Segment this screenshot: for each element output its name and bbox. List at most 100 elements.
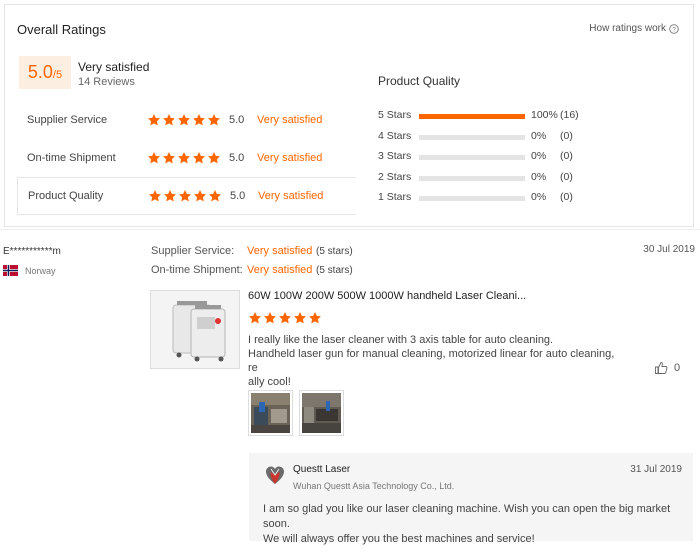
category-row-on-time-shipment[interactable]: On-time Shipment 5.0 Very satisfied [17, 139, 356, 177]
category-label: Product Quality [28, 190, 104, 202]
star-icon [163, 114, 175, 126]
star-icon [163, 152, 175, 164]
distribution-row-2: 2 Stars 0% (0) [378, 171, 678, 192]
star-icon [164, 190, 176, 202]
overall-score-max: /5 [52, 69, 63, 81]
star-icon [178, 152, 190, 164]
distribution-bar [419, 134, 525, 140]
star-icon [209, 190, 221, 202]
star-icon [194, 190, 206, 202]
norway-flag-icon [3, 265, 18, 276]
distribution-bar [419, 196, 525, 201]
distribution-count: (0) [560, 170, 573, 183]
distribution-percent: 0% [531, 191, 547, 203]
supplier-company-full-name: Wuhan Questt Asia Technology Co., Ltd. [293, 481, 455, 491]
category-score: 5.0 [229, 114, 245, 126]
review-text-line: ally cool! [248, 376, 291, 388]
category-verdict: Very satisfied [258, 190, 324, 202]
reviewer-country: Norway [25, 266, 56, 276]
reply-date: 31 Jul 2019 [630, 464, 682, 475]
category-verdict: Very satisfied [257, 152, 323, 164]
distribution-label: 5 Stars [378, 109, 412, 121]
review-supplier-label: Supplier Service: [151, 245, 235, 257]
star-icon [178, 114, 190, 126]
distribution-label: 4 Stars [378, 129, 412, 142]
workshop-photo-image [251, 393, 290, 433]
review-text: I really like the laser cleaner with 3 a… [248, 333, 618, 389]
review-supplier-stars: (5 stars) [316, 246, 353, 257]
category-row-product-quality[interactable]: Product Quality 5.0 Very satisfied [17, 177, 356, 215]
section-divider [0, 229, 700, 230]
distribution-row-3: 3 Stars 0% (0) [378, 150, 678, 171]
star-rating [147, 113, 221, 127]
star-icon [208, 114, 220, 126]
review-shipment-value: Very satisfied [247, 264, 313, 276]
review-photo-1[interactable] [248, 390, 293, 436]
thumbs-up-icon [655, 362, 668, 374]
distribution-bar-fill [419, 114, 525, 119]
review-supplier-service: Supplier Service: Very satisfied (5 star… [151, 245, 353, 257]
category-score: 5.0 [229, 152, 245, 164]
review-photo-2[interactable] [299, 390, 344, 436]
questt-laser-logo-icon [266, 466, 284, 484]
distribution-percent: 0% [531, 129, 547, 142]
review-date: 30 Jul 2019 [643, 244, 695, 255]
help-icon: ? [669, 23, 679, 34]
star-icon [148, 152, 160, 164]
overall-verdict: Very satisfied [78, 60, 150, 74]
like-button[interactable]: 0 [654, 361, 680, 375]
product-image[interactable] [150, 290, 240, 369]
distribution-bar [419, 114, 525, 119]
star-icon [193, 114, 205, 126]
category-verdict: Very satisfied [257, 114, 323, 126]
supplier-company-name: Questt Laser [293, 464, 351, 475]
star-icon [264, 312, 276, 324]
reply-text-line: I am so glad you like our laser cleaning… [263, 503, 671, 530]
category-label: On-time Shipment [27, 152, 116, 164]
distribution-percent: 100% [531, 109, 558, 121]
review-shipment-stars: (5 stars) [316, 265, 353, 276]
rating-distribution: 5 Stars 100% (16) 4 Stars 0% (0) 3 Stars… [378, 109, 678, 212]
star-rating [148, 189, 222, 203]
overall-ratings-card: Overall Ratings How ratings work ? 5.0 /… [4, 4, 694, 227]
review-supplier-value: Very satisfied [247, 245, 313, 257]
how-ratings-work-link[interactable]: How ratings work ? [589, 23, 679, 34]
category-ratings: Supplier Service 5.0 Very satisfied On-t… [17, 101, 356, 215]
distribution-label: 1 Stars [378, 191, 412, 203]
distribution-row-5: 5 Stars 100% (16) [378, 109, 678, 130]
reply-text-line: We will always offer you the best machin… [263, 533, 535, 545]
how-ratings-work-label: How ratings work [589, 23, 666, 34]
review-text-line: Handheld laser gun for manual cleaning, … [248, 348, 615, 374]
overall-score: 5.0 [27, 62, 53, 82]
distribution-row-4: 4 Stars 0% (0) [378, 130, 678, 151]
distribution-label: 2 Stars [378, 170, 412, 183]
star-icon [279, 312, 291, 324]
category-row-supplier-service[interactable]: Supplier Service 5.0 Very satisfied [17, 101, 356, 139]
reply-text: I am so glad you like our laser cleaning… [263, 502, 683, 547]
svg-text:?: ? [672, 26, 676, 33]
star-icon [149, 190, 161, 202]
star-rating [147, 151, 221, 165]
distribution-count: (0) [560, 150, 573, 162]
like-count: 0 [674, 362, 681, 374]
product-quality-title: Product Quality [378, 74, 461, 88]
product-title-link[interactable]: 60W 100W 200W 500W 1000W handheld Laser … [248, 290, 526, 302]
product-star-rating [248, 311, 322, 325]
distribution-count: (16) [560, 109, 579, 121]
distribution-percent: 0% [531, 170, 547, 183]
star-icon [193, 152, 205, 164]
distribution-bar [419, 155, 525, 160]
category-score: 5.0 [230, 190, 246, 202]
distribution-count: (0) [560, 129, 573, 142]
star-icon [148, 114, 160, 126]
star-icon [249, 312, 261, 324]
workshop-photo-image [302, 393, 341, 433]
distribution-row-1: 1 Stars 0% (0) [378, 191, 678, 212]
star-icon [309, 312, 321, 324]
distribution-label: 3 Stars [378, 150, 412, 162]
overall-ratings-title: Overall Ratings [17, 22, 106, 37]
review-on-time-shipment: On-time Shipment: Very satisfied (5 star… [151, 264, 353, 276]
overall-score-badge: 5.0 /5 [19, 56, 71, 89]
star-icon [294, 312, 306, 324]
review-text-line: I really like the laser cleaner with 3 a… [248, 334, 554, 346]
